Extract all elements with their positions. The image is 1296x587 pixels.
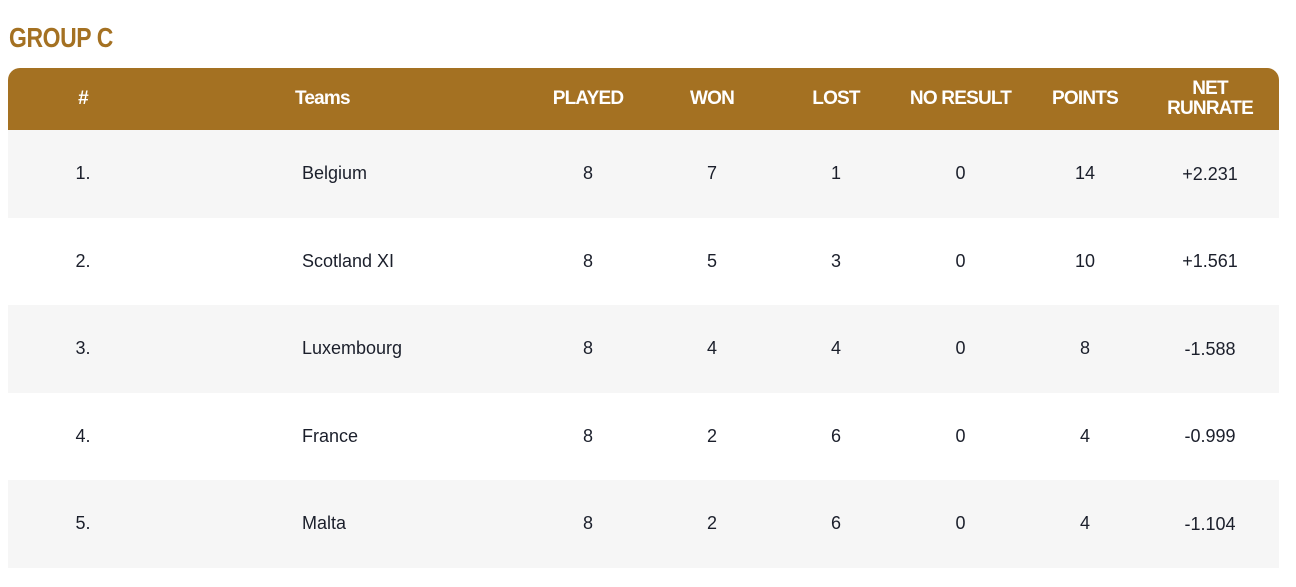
table-row: 4. France 8 2 6 0 4 -0.999 <box>8 392 1279 480</box>
cell-team: Malta <box>302 513 347 534</box>
table-row: 5. Malta 8 2 6 0 4 -1.104 <box>8 480 1279 568</box>
cell-rank: 4. <box>75 425 91 446</box>
cell-lost: 4 <box>830 338 841 359</box>
header-team: Teams <box>295 88 351 109</box>
table-row: 1. Belgium 8 7 1 0 14 +2.231 <box>8 130 1279 218</box>
header-played: PLAYED <box>552 88 624 109</box>
header-lost: LOST <box>812 88 860 109</box>
cell-points: 4 <box>1079 513 1090 534</box>
table-row: 3. Luxembourg 8 4 4 0 8 -1.588 <box>8 305 1279 393</box>
cell-team: Luxembourg <box>302 338 403 359</box>
cell-no-result: 0 <box>955 425 966 446</box>
table-row: 2. Scotland XI 8 5 3 0 10 +1.561 <box>8 217 1279 305</box>
cell-won: 4 <box>706 338 717 359</box>
cell-played: 8 <box>582 338 593 359</box>
header-points: POINTS <box>1052 88 1119 109</box>
cell-net-runrate: -1.588 <box>1184 338 1236 359</box>
table-header: # Teams PLAYED WON LOST NO RESULT POINTS… <box>8 68 1279 130</box>
cell-lost: 3 <box>830 250 841 271</box>
cell-no-result: 0 <box>955 250 966 271</box>
cell-played: 8 <box>582 163 593 184</box>
cell-net-runrate: +1.561 <box>1182 251 1238 272</box>
cell-points: 10 <box>1074 250 1096 271</box>
header-rank: # <box>78 88 89 109</box>
cell-won: 7 <box>706 163 717 184</box>
cell-lost: 1 <box>830 163 841 184</box>
standings-table: # Teams PLAYED WON LOST NO RESULT POINTS… <box>8 68 1279 568</box>
cell-team: Belgium <box>302 163 368 184</box>
cell-lost: 6 <box>830 425 841 446</box>
cell-no-result: 0 <box>955 163 966 184</box>
cell-no-result: 0 <box>955 338 966 359</box>
header-no-result: NO RESULT <box>909 88 1012 109</box>
cell-rank: 5. <box>75 513 91 534</box>
header-nrr-line1: NET <box>1192 78 1228 99</box>
cell-rank: 1. <box>75 163 91 184</box>
cell-net-runrate: -0.999 <box>1184 426 1236 447</box>
header-net-runrate: NET RUNRATE <box>1147 79 1273 119</box>
cell-won: 2 <box>706 513 717 534</box>
cell-rank: 2. <box>75 250 91 271</box>
cell-played: 8 <box>582 425 593 446</box>
group-title: GROUP C <box>9 22 113 53</box>
cell-played: 8 <box>582 250 593 271</box>
header-won: WON <box>689 88 735 109</box>
cell-won: 5 <box>706 250 717 271</box>
cell-team: France <box>302 425 359 446</box>
cell-rank: 3. <box>75 338 91 359</box>
cell-net-runrate: -1.104 <box>1184 513 1236 534</box>
cell-lost: 6 <box>830 513 841 534</box>
cell-points: 14 <box>1074 163 1096 184</box>
cell-points: 8 <box>1079 338 1090 359</box>
cell-net-runrate: +2.231 <box>1182 163 1238 184</box>
cell-team: Scotland XI <box>302 250 395 271</box>
cell-no-result: 0 <box>955 513 966 534</box>
header-nrr-line2: RUNRATE <box>1167 98 1254 119</box>
cell-points: 4 <box>1079 425 1090 446</box>
cell-played: 8 <box>582 513 593 534</box>
cell-won: 2 <box>706 425 717 446</box>
